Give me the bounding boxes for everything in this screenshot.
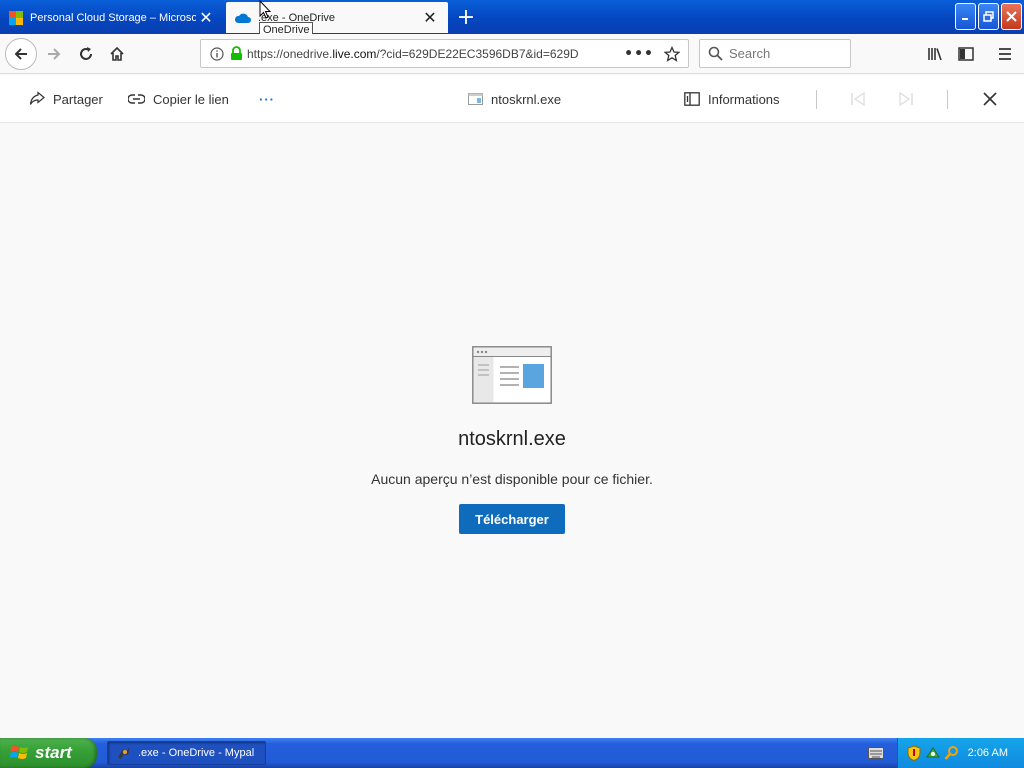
file-name-header: ntoskrnl.exe	[468, 75, 561, 123]
tab-title: Personal Cloud Storage – Microsof	[30, 11, 196, 24]
toolbar-divider	[816, 90, 817, 109]
close-icon	[983, 92, 997, 106]
info-panel-icon	[684, 92, 700, 106]
toolbar-divider	[947, 90, 948, 109]
microsoft-logo-icon	[9, 10, 23, 25]
next-icon	[899, 92, 913, 106]
copy-link-label: Copier le lien	[153, 91, 229, 107]
download-button[interactable]: Télécharger	[459, 504, 565, 534]
reload-button[interactable]	[72, 40, 100, 68]
sidebar-button[interactable]	[952, 40, 980, 68]
restore-icon	[983, 11, 994, 22]
search-box[interactable]: Search	[699, 39, 851, 68]
security-shield-icon[interactable]	[907, 745, 921, 761]
search-tray-icon[interactable]	[944, 745, 960, 761]
sidebar-icon	[958, 47, 974, 61]
url-bar[interactable]: https://onedrive.live.com/?cid=629DE22EC…	[200, 39, 689, 68]
link-icon	[128, 94, 145, 104]
url-text[interactable]: https://onedrive.live.com/?cid=629DE22EC…	[247, 47, 597, 61]
reload-icon	[80, 47, 92, 60]
lock-icon	[231, 46, 242, 60]
previous-icon	[851, 92, 865, 106]
start-button[interactable]: start	[0, 738, 97, 768]
taskbar-item-browser[interactable]: .exe - OneDrive - Mypal	[107, 741, 266, 765]
minimize-button[interactable]	[955, 3, 976, 30]
close-window-button[interactable]	[1001, 3, 1022, 30]
close-icon	[1006, 11, 1017, 22]
more-options-icon[interactable]: ···	[259, 75, 275, 123]
file-type-icon	[468, 93, 483, 105]
close-tab-icon[interactable]: ✕	[196, 8, 216, 28]
taskbar-item-label: .exe - OneDrive - Mypal	[138, 747, 255, 759]
library-icon	[928, 48, 942, 61]
menu-button[interactable]	[991, 40, 1019, 68]
mypal-browser-icon	[118, 747, 130, 759]
share-icon	[29, 91, 45, 105]
information-label: Informations	[708, 91, 780, 107]
restore-button[interactable]	[978, 3, 999, 30]
forward-button[interactable]	[40, 40, 68, 68]
previous-file-button[interactable]	[850, 75, 874, 123]
share-label: Partager	[53, 91, 103, 107]
preview-area: ntoskrnl.exe Aucun aperçu n’est disponib…	[0, 124, 1024, 738]
search-icon	[708, 46, 723, 61]
tab-personal-cloud-storage[interactable]: Personal Cloud Storage – Microsof ✕	[0, 2, 224, 33]
url-suffix: /?cid=629DE22EC3596DB7&id=629D	[376, 46, 579, 61]
page-actions-icon[interactable]: •••	[624, 46, 654, 62]
forward-arrow-icon	[48, 48, 61, 60]
browser-titlebar: Personal Cloud Storage – Microsof ✕ .exe…	[0, 0, 1024, 34]
url-domain: live.com	[332, 46, 377, 61]
start-label: start	[35, 743, 72, 762]
library-button[interactable]	[921, 40, 949, 68]
back-arrow-icon	[14, 48, 27, 60]
bookmark-star-icon[interactable]	[664, 45, 680, 62]
windows-flag-icon	[10, 746, 28, 759]
no-preview-file-icon	[472, 346, 552, 404]
onedrive-cloud-icon	[234, 13, 251, 23]
file-name-title: ntoskrnl.exe	[491, 91, 562, 107]
clock: 2:06 AM	[967, 747, 1008, 759]
taskbar: start .exe - OneDrive - Mypal 2:06 AM	[0, 738, 1024, 768]
keyboard-icon[interactable]	[868, 747, 884, 759]
preview-file-name: ntoskrnl.exe	[458, 428, 566, 450]
home-button[interactable]	[103, 40, 131, 68]
network-icon[interactable]	[925, 745, 941, 761]
hamburger-menu-icon	[999, 48, 1011, 60]
information-button[interactable]: Informations	[684, 75, 780, 123]
system-tray: 2:06 AM	[897, 738, 1024, 768]
mouse-cursor-icon	[259, 0, 271, 19]
no-preview-message: Aucun aperçu n’est disponible pour ce fi…	[371, 471, 653, 487]
viewer-toolbar: Partager Copier le lien ··· ntoskrnl.exe…	[0, 75, 1024, 123]
back-button[interactable]	[5, 38, 37, 70]
search-placeholder: Search	[729, 46, 771, 61]
close-tab-icon[interactable]: ✕	[420, 8, 440, 28]
close-viewer-button[interactable]	[983, 75, 1005, 123]
new-tab-button[interactable]: +	[452, 4, 480, 30]
home-icon	[110, 46, 124, 61]
navigation-bar: https://onedrive.live.com/?cid=629DE22EC…	[0, 34, 1024, 74]
info-icon[interactable]	[210, 46, 224, 61]
next-file-button[interactable]	[898, 75, 922, 123]
url-prefix: https://onedrive.	[247, 46, 333, 61]
copy-link-button[interactable]: Copier le lien	[128, 75, 229, 123]
minimize-icon	[962, 18, 968, 20]
share-button[interactable]: Partager	[29, 75, 103, 123]
